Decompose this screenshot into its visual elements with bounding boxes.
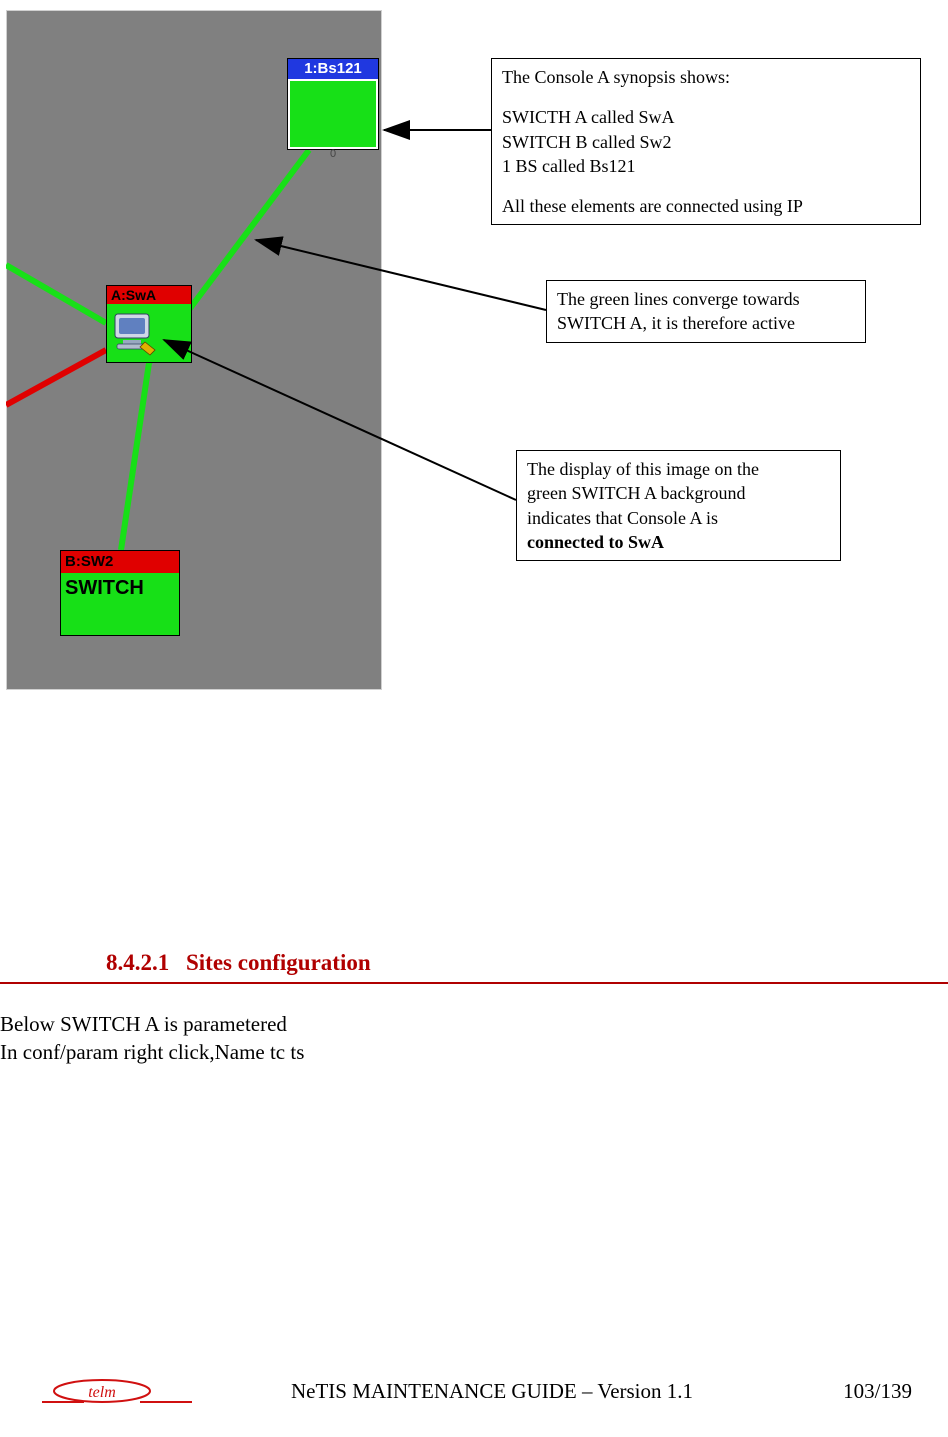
node-switch-a-body [107,304,191,362]
callout-text: SWITCH A, it is therefore active [557,311,855,335]
node-switch-a-title: A:SwA [107,286,191,304]
callout-text: 1 BS called Bs121 [502,154,910,178]
node-switch-b-label: SWITCH [65,577,144,599]
node-switch-a: A:SwA [106,285,192,363]
figure-area: 1:Bs121 0 A:SwA B:SW2 SWITCH [6,10,942,710]
node-switch-b-title: B:SW2 [61,551,179,573]
section-heading: 8.4.2.1 Sites configuration [0,950,948,984]
page-footer: telm NeTIS MAINTENANCE GUIDE – Version 1… [42,1367,912,1415]
callout-text: green SWITCH A background [527,481,830,505]
body-line: In conf/param right click,Name tc ts [0,1038,900,1066]
node-switch-b-body: SWITCH [61,573,179,635]
callout-text: The green lines converge towards [557,287,855,311]
callout-text: indicates that Console A is [527,506,830,530]
section-title: Sites configuration [186,950,371,975]
footer-doc-title: NeTIS MAINTENANCE GUIDE – Version 1.1 [192,1379,792,1404]
callout-text: All these elements are connected using I… [502,194,910,218]
callout-image-indicator: The display of this image on the green S… [516,450,841,561]
node-bs121-title: 1:Bs121 [288,59,378,79]
logo-text: telm [88,1384,116,1401]
callout-text: connected to SwA [527,530,830,554]
computer-connected-icon [111,308,163,358]
callout-synopsis: The Console A synopsis shows: SWICTH A c… [491,58,921,225]
section-number: 8.4.2.1 [106,950,169,975]
callout-text: The display of this image on the [527,457,830,481]
node-bs121-body [290,81,376,147]
callout-converge: The green lines converge towards SWITCH … [546,280,866,343]
callout-text: The Console A synopsis shows: [502,65,910,89]
callout-text: SWITCH B called Sw2 [502,130,910,154]
callout-text: SWICTH A called SwA [502,105,910,129]
node-bs121: 1:Bs121 0 [287,58,379,150]
brand-logo: telm [42,1372,192,1410]
footer-page-number: 103/139 [792,1379,912,1404]
body-text: Below SWITCH A is parametered In conf/pa… [0,1010,900,1067]
node-switch-b: B:SW2 SWITCH [60,550,180,636]
node-bs121-footer: 0 [288,149,378,163]
body-line: Below SWITCH A is parametered [0,1010,900,1038]
